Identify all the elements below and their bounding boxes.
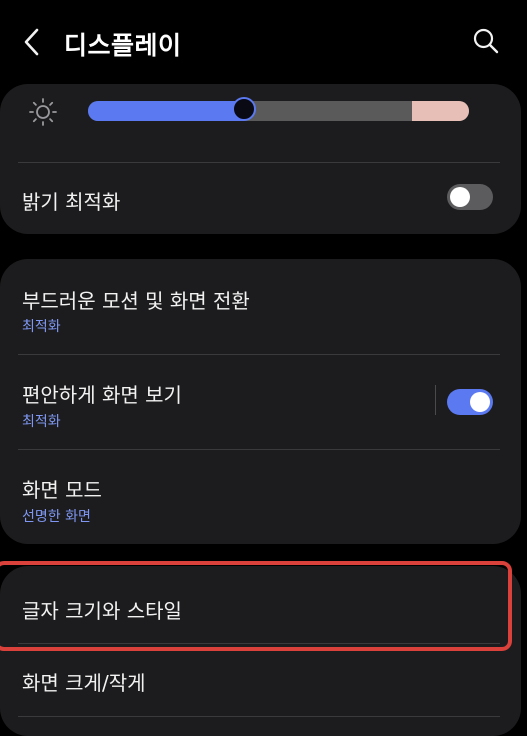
adaptive-brightness-row[interactable]: 밝기 최적화	[0, 163, 521, 233]
adaptive-brightness-label: 밝기 최적화	[22, 190, 121, 214]
divider	[18, 716, 500, 717]
font-size-style-row[interactable]: 글자 크기와 스타일	[0, 566, 521, 643]
sun-icon	[28, 97, 58, 127]
brightness-slider[interactable]	[88, 97, 469, 121]
toggle-knob	[470, 392, 490, 412]
screen-mode-value: 선명한 화면	[22, 509, 91, 525]
screen-mode-row[interactable]: 화면 모드 선명한 화면	[0, 450, 521, 544]
eye-comfort-label: 편안하게 화면 보기	[22, 383, 182, 407]
eye-comfort-toggle[interactable]	[447, 389, 493, 415]
screen-zoom-label: 화면 크게/작게	[22, 671, 146, 695]
chevron-left-icon	[24, 28, 39, 56]
motion-smoothness-value: 최적화	[22, 319, 61, 335]
search-icon	[473, 28, 499, 54]
app-header: 디스플레이	[0, 0, 527, 84]
eye-comfort-value: 최적화	[22, 414, 61, 430]
extra-brightness-segment	[411, 101, 469, 121]
vertical-divider	[435, 385, 436, 415]
slider-fill	[88, 101, 245, 121]
eye-comfort-row[interactable]: 편안하게 화면 보기 최적화	[0, 355, 521, 450]
screen-mode-label: 화면 모드	[22, 478, 102, 502]
adaptive-brightness-toggle[interactable]	[447, 184, 493, 210]
slider-track	[88, 101, 469, 121]
motion-smoothness-label: 부드러운 모션 및 화면 전환	[22, 289, 250, 313]
toggle-knob	[450, 187, 470, 207]
search-button[interactable]	[471, 26, 501, 56]
page-title: 디스플레이	[64, 31, 182, 60]
motion-smoothness-row[interactable]: 부드러운 모션 및 화면 전환 최적화	[0, 259, 521, 354]
font-size-style-label: 글자 크기와 스타일	[22, 599, 182, 623]
back-button[interactable]	[18, 24, 48, 60]
screen-zoom-row[interactable]: 화면 크게/작게	[0, 644, 521, 716]
